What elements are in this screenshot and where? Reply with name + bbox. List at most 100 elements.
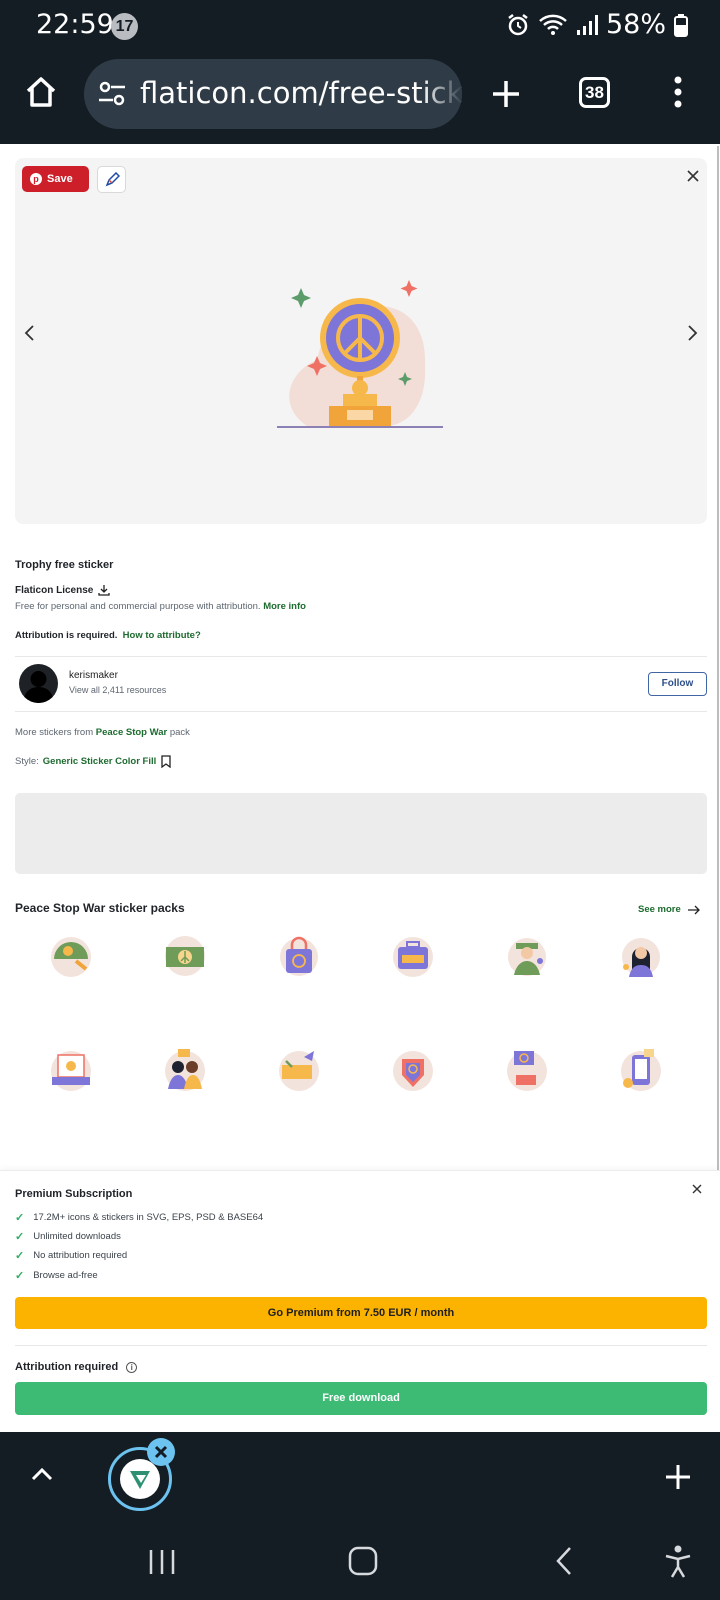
url-bar[interactable]: flaticon.com/free-sticker [84,59,462,129]
attribution-text: Attribution is required. [15,630,118,641]
chevron-up-icon[interactable] [30,1466,54,1482]
check-icon: ✓ [15,1250,25,1262]
close-icon[interactable] [687,170,699,182]
attribution-required-row: Attribution required i [15,1361,138,1373]
sign-sticker[interactable] [502,1045,552,1095]
system-nav-bar [0,1528,720,1600]
feature-text: Browse ad-free [33,1270,98,1281]
more-prefix: More stickers from [15,727,94,738]
battery-icon [674,13,688,37]
recent-apps-icon[interactable] [148,1548,176,1576]
accessibility-icon[interactable] [664,1544,692,1578]
free-download-button[interactable]: Free download [15,1382,707,1415]
page-scrollbar[interactable] [717,146,719,1316]
new-tab-icon[interactable] [490,78,522,110]
phone-sticker[interactable] [616,1045,666,1095]
url-fade [422,59,462,129]
more-info-link[interactable]: More info [263,601,306,612]
tab-switcher-button[interactable]: 38 [579,77,610,108]
see-more-label: See more [638,904,681,915]
premium-feature: ✓ Browse ad-free [15,1269,98,1282]
next-arrow-icon[interactable] [687,324,699,342]
style-row: Style: Generic Sticker Color Fill [15,755,172,768]
license-row: Flaticon License [15,584,111,596]
close-icon[interactable] [692,1184,702,1194]
premium-title: Premium Subscription [15,1188,133,1200]
previous-arrow-icon[interactable] [23,324,35,342]
trophy-sticker-image [277,280,443,428]
pinterest-icon: p [30,173,42,185]
home-icon[interactable] [24,75,58,109]
browser-toolbar: flaticon.com/free-sticker 38 [0,54,720,144]
feature-text: 17.2M+ icons & stickers in SVG, EPS, PSD… [33,1212,264,1223]
banknote-sticker[interactable] [160,931,210,981]
avatar-silhouette-icon [23,671,54,703]
briefcase-sticker[interactable] [388,931,438,981]
couple-sticker[interactable] [160,1045,210,1095]
how-to-attribute-link[interactable]: How to attribute? [123,630,201,641]
url-text: flaticon.com/free-sticker [140,76,462,110]
info-icon[interactable]: i [126,1361,138,1373]
premium-panel: Premium Subscription ✓ 17.2M+ icons & sti… [0,1170,720,1432]
status-icons: 58% [506,9,688,40]
premium-feature: ✓ 17.2M+ icons & stickers in SVG, EPS, PS… [15,1211,263,1224]
pinterest-save-label: Save [47,173,73,185]
edit-button[interactable] [97,166,126,193]
arrow-right-icon [687,905,700,914]
check-icon: ✓ [15,1212,25,1224]
more-from-pack: More stickers from Peace Stop War pack [15,727,190,738]
go-premium-button[interactable]: Go Premium from 7.50 EUR / month [15,1297,707,1329]
more-suffix: pack [169,727,190,738]
dove-sticker[interactable] [274,1045,324,1095]
status-time: 22:59 [36,9,114,40]
style-link[interactable]: Generic Sticker Color Fill [43,756,157,767]
sticker-title: Trophy free sticker [15,559,114,571]
pack-link[interactable]: Peace Stop War [96,727,167,738]
feature-text: No attribution required [33,1250,128,1261]
alarm-icon [508,13,528,35]
notification-count-badge: 17 [111,13,138,40]
author-name[interactable]: kerismaker [69,670,118,681]
check-icon: ✓ [15,1231,25,1243]
bookmark-icon[interactable] [160,755,172,768]
attribution-row: Attribution is required. How to attribut… [15,630,201,641]
helmet-sticker[interactable] [46,931,96,981]
author-resources-link[interactable]: View all 2,411 resources [69,685,166,695]
packs-title: Peace Stop War sticker packs [15,901,185,915]
web-page[interactable]: p Save Trophy free sticker Flaticon Lice… [0,144,720,1432]
divider [15,1345,707,1346]
more-menu-icon[interactable] [672,76,684,108]
laptop-sticker[interactable] [46,1045,96,1095]
status-bar: 22:59 17 58% [0,0,720,54]
site-settings-icon[interactable] [98,81,126,107]
soldier-sticker[interactable] [502,931,552,981]
ad-placeholder [15,793,707,874]
woman-sticker[interactable] [616,931,666,981]
browser-bottom-bar [0,1432,720,1528]
premium-feature: ✓ No attribution required [15,1249,127,1262]
download-license-icon[interactable] [98,584,111,596]
feature-text: Unlimited downloads [33,1231,121,1242]
heart-hand-sticker[interactable] [388,1045,438,1095]
pinterest-save-button[interactable]: p Save [22,166,89,192]
follow-button[interactable]: Follow [648,672,707,696]
premium-feature: ✓ Unlimited downloads [15,1230,121,1243]
wifi-icon [539,14,567,35]
close-bubble-button[interactable] [147,1438,175,1466]
license-label: Flaticon License [15,584,94,596]
license-desc-text: Free for personal and commercial purpose… [15,601,261,612]
check-icon: ✓ [15,1270,25,1282]
author-avatar[interactable] [19,664,58,703]
signal-icon [576,14,598,35]
license-description: Free for personal and commercial purpose… [15,601,306,612]
attribution-required-label: Attribution required [15,1361,119,1373]
battery-percent: 58% [605,9,666,40]
shopping-bag-sticker[interactable] [274,931,324,981]
style-prefix: Style: [15,756,39,767]
see-more-link[interactable]: See more [638,904,700,915]
divider [15,711,707,712]
close-icon [154,1445,168,1459]
add-icon[interactable] [664,1463,692,1491]
home-nav-icon[interactable] [348,1546,378,1576]
back-nav-icon[interactable] [554,1546,574,1576]
